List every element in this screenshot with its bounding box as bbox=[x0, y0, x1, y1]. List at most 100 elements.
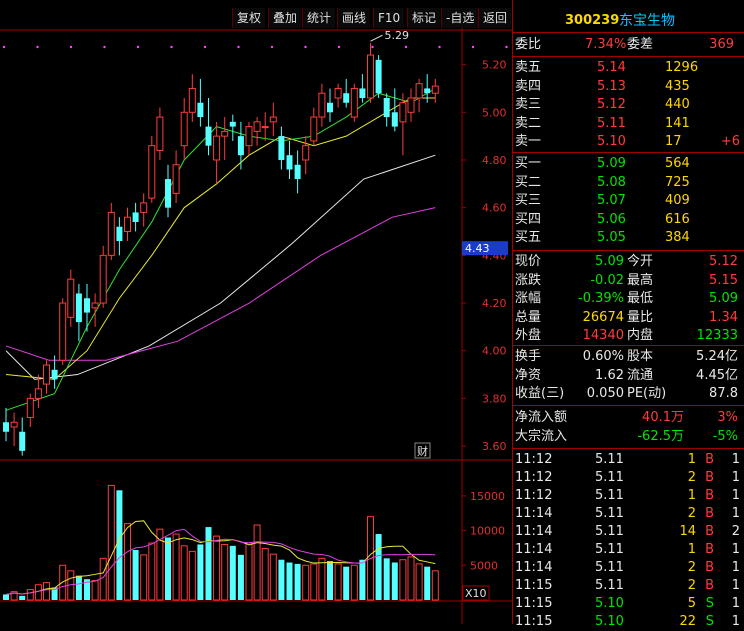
ask-volume: 17 bbox=[665, 134, 682, 149]
volume-bar-down bbox=[237, 554, 244, 600]
top-marker-dot bbox=[170, 45, 173, 49]
weicha-label: 委差 bbox=[627, 37, 654, 52]
candle-body-down bbox=[359, 88, 366, 98]
tick-volume: 1 bbox=[687, 488, 696, 503]
weicha-value: 369 bbox=[709, 37, 734, 52]
tick-volume: 2 bbox=[687, 470, 696, 485]
tick-price: 5.11 bbox=[595, 560, 624, 575]
candle-body-down bbox=[237, 136, 244, 156]
volume-bar-up bbox=[91, 580, 99, 601]
tick-count: 1 bbox=[731, 614, 740, 629]
candle-body-down bbox=[424, 88, 431, 94]
tick-row[interactable]: 11:14 5.11 1 B 1 bbox=[515, 541, 744, 559]
stat-label: 外盘 bbox=[515, 328, 542, 343]
ask-price: 5.13 bbox=[597, 78, 626, 94]
candle-body-down bbox=[229, 121, 236, 127]
flow-percent: -5% bbox=[712, 428, 738, 444]
tick-row[interactable]: 11:12 5.11 2 B 1 bbox=[515, 469, 744, 487]
stock-header: 300239 东宝生物 bbox=[515, 12, 744, 30]
fundamental-value: 87.8 bbox=[709, 386, 738, 401]
price-tick-label: 5.00 bbox=[482, 106, 507, 119]
tick-row[interactable]: 11:15 5.10 5 S 1 bbox=[515, 595, 744, 613]
bid-volume: 616 bbox=[665, 211, 690, 227]
tick-count: 1 bbox=[731, 596, 740, 611]
stat-label: 量比 bbox=[627, 309, 654, 325]
volume-bar-up bbox=[99, 557, 107, 601]
tick-time: 11:12 bbox=[515, 452, 553, 467]
candle-body-down bbox=[51, 369, 58, 380]
volume-bar-up bbox=[140, 554, 148, 601]
flow-value: -62.5万 bbox=[637, 428, 684, 444]
volume-bar-down bbox=[424, 566, 431, 600]
fundamental-row: 收益(三) 0.050 PE(动) 87.8 bbox=[515, 385, 744, 403]
volume-bar-down bbox=[391, 562, 398, 600]
tick-volume: 22 bbox=[679, 614, 696, 629]
volume-bar-up bbox=[310, 563, 318, 601]
stat-row: 现价 5.09 今开 5.12 bbox=[515, 253, 744, 271]
statistics-button[interactable]: 统计 bbox=[302, 8, 336, 28]
tick-side: S bbox=[705, 614, 714, 629]
bid-row[interactable]: 买二 5.08 725 bbox=[515, 174, 744, 192]
volume-bar-down bbox=[359, 559, 366, 600]
f10-button[interactable]: F10 bbox=[373, 8, 405, 28]
top-marker-dot bbox=[270, 45, 274, 49]
tick-row[interactable]: 11:15 5.10 22 S 1 bbox=[515, 613, 744, 631]
stat-value: 5.15 bbox=[709, 272, 738, 288]
draw-line-button[interactable]: 画线 bbox=[337, 8, 371, 28]
tick-row[interactable]: 11:14 5.11 2 B 1 bbox=[515, 505, 744, 523]
tick-row[interactable]: 11:15 5.11 2 B 1 bbox=[515, 577, 744, 595]
bid-row[interactable]: 买四 5.06 616 bbox=[515, 211, 744, 229]
tick-row[interactable]: 11:14 5.11 14 B 2 bbox=[515, 523, 744, 541]
bid-price: 5.07 bbox=[597, 193, 626, 208]
tick-row[interactable]: 11:14 5.11 2 B 1 bbox=[515, 559, 744, 577]
bid-row[interactable]: 买一 5.09 564 bbox=[515, 155, 744, 173]
mark-button[interactable]: 标记 bbox=[407, 8, 441, 28]
divider bbox=[513, 56, 744, 57]
kline-chart[interactable]: 5.205.004.804.604.404.204.003.803.604.43… bbox=[0, 0, 512, 624]
flow-row: 大宗流入 -62.5万 -5% bbox=[515, 428, 744, 446]
flow-label: 大宗流入 bbox=[515, 428, 568, 444]
candle-body-up bbox=[269, 116, 277, 123]
tick-price: 5.11 bbox=[595, 470, 624, 485]
candle-body-up bbox=[59, 302, 67, 361]
stat-label: 涨跌 bbox=[515, 272, 542, 288]
tick-row[interactable]: 11:12 5.11 1 B 1 bbox=[515, 451, 744, 469]
bid-label: 买二 bbox=[515, 174, 542, 190]
top-marker-dot bbox=[371, 45, 374, 49]
back-button[interactable]: 返回 bbox=[478, 8, 512, 28]
ask-row[interactable]: 卖二 5.11 141 bbox=[515, 115, 744, 133]
tick-price: 5.10 bbox=[595, 614, 624, 629]
divider bbox=[513, 345, 744, 346]
ask-row[interactable]: 卖四 5.13 435 bbox=[515, 78, 744, 96]
candle-body-up bbox=[67, 278, 75, 318]
ask-row[interactable]: 卖五 5.14 1296 bbox=[515, 59, 744, 77]
overlay-button[interactable]: 叠加 bbox=[268, 8, 302, 28]
tick-time: 11:15 bbox=[515, 596, 553, 611]
quote-panel: 300239 东宝生物 委比 7.34% 委差 369 卖五 5.14 1296 卖四… bbox=[512, 0, 744, 629]
bid-row[interactable]: 买五 5.05 384 bbox=[515, 229, 744, 247]
ask-row[interactable]: 卖一 5.10 17 +6 bbox=[515, 133, 744, 151]
candle-body-up bbox=[107, 211, 115, 256]
ask-label: 卖五 bbox=[515, 60, 542, 75]
ma-line-yellow bbox=[5, 97, 436, 380]
ask-row[interactable]: 卖三 5.12 440 bbox=[515, 96, 744, 114]
volume-unit-label: X10 bbox=[465, 587, 487, 600]
volume-bar-up bbox=[318, 557, 326, 601]
finance-badge: 财 bbox=[417, 444, 428, 458]
tick-row[interactable]: 11:12 5.11 1 B 1 bbox=[515, 487, 744, 505]
ask-label: 卖二 bbox=[515, 115, 542, 131]
candle-body-up bbox=[213, 135, 221, 161]
bid-row[interactable]: 买三 5.07 409 bbox=[515, 192, 744, 210]
remove-watchlist-button[interactable]: -自选 bbox=[441, 8, 479, 28]
volume-bar-up bbox=[43, 582, 50, 601]
tick-count: 1 bbox=[731, 488, 740, 503]
restore-rights-button[interactable]: 复权 bbox=[232, 8, 266, 28]
tick-count: 1 bbox=[731, 470, 740, 485]
candle-body-down bbox=[19, 431, 26, 451]
price-tick-label: 4.00 bbox=[482, 345, 507, 358]
candle-body-down bbox=[3, 422, 9, 432]
ask-label: 卖四 bbox=[515, 78, 542, 94]
kline-chart-pane[interactable]: 5.20 5.00 4.80 4.60 4.40 4.20 4.00 3.80 3.60 4.43… bbox=[0, 0, 512, 624]
tick-time: 11:14 bbox=[515, 506, 553, 521]
ask-label: 卖一 bbox=[515, 134, 542, 149]
